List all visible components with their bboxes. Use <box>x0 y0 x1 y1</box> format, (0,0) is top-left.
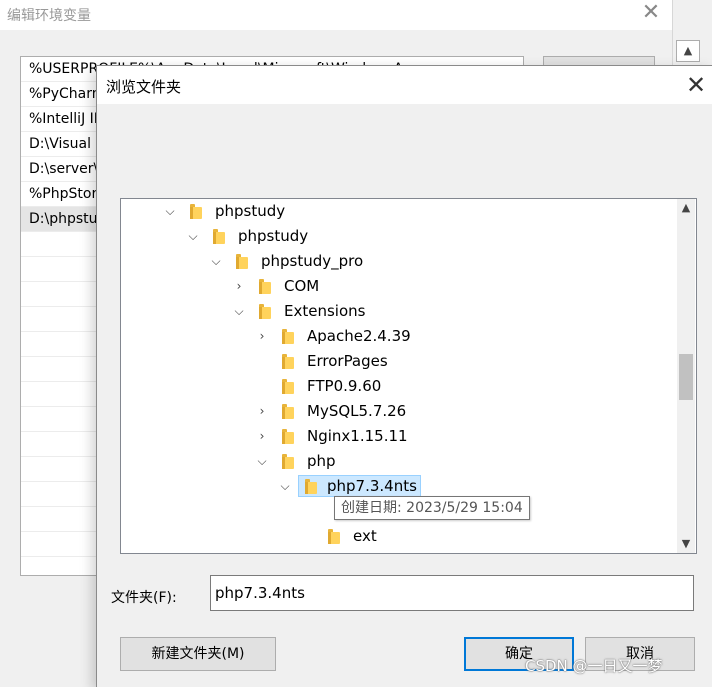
chevron-right-icon[interactable]: › <box>255 426 269 446</box>
tree-item[interactable]: FTP0.9.60 <box>121 374 676 399</box>
chevron-right-icon[interactable]: › <box>255 401 269 421</box>
folder-icon <box>259 304 273 319</box>
folder-icon <box>305 479 319 494</box>
tree-item[interactable]: ⌵ phpstudy_pro <box>121 249 676 274</box>
tree-scrollbar[interactable]: ▲ ▼ <box>677 199 695 553</box>
tree-item[interactable]: ext <box>121 524 676 549</box>
chevron-down-icon[interactable]: ⌵ <box>278 476 292 496</box>
browse-titlebar: 浏览文件夹 ✕ <box>97 66 712 104</box>
folder-icon <box>282 404 296 419</box>
tree-item-label: phpstudy_pro <box>261 252 364 270</box>
folder-icon <box>236 254 250 269</box>
tree-item[interactable]: › COM <box>121 274 676 299</box>
tree-item[interactable]: › MySQL5.7.26 <box>121 399 676 424</box>
folder-icon <box>282 354 296 369</box>
tree-item[interactable]: ⌵ phpstudy <box>121 224 676 249</box>
tree-item-label: MySQL5.7.26 <box>307 402 407 420</box>
scroll-up-icon[interactable]: ▲ <box>677 199 695 217</box>
chevron-down-icon[interactable]: ⌵ <box>232 301 246 321</box>
folder-icon <box>190 204 204 219</box>
scroll-down-icon[interactable]: ▼ <box>677 535 695 553</box>
browse-close-icon[interactable]: ✕ <box>683 72 709 98</box>
new-folder-button[interactable]: 新建文件夹(M) <box>120 637 276 671</box>
chevron-down-icon[interactable]: ⌵ <box>255 451 269 471</box>
scroll-thumb[interactable] <box>679 354 693 400</box>
tree-item[interactable]: ⌵ php <box>121 449 676 474</box>
edit-env-titlebar: 编辑环境变量 ✕ <box>0 0 672 30</box>
created-date-tooltip: 创建日期: 2023/5/29 15:04 <box>334 496 530 520</box>
browse-title: 浏览文件夹 <box>106 78 182 96</box>
tree-item-label: ext <box>353 527 377 545</box>
tree-item-label: Apache2.4.39 <box>307 327 411 345</box>
tree-item[interactable]: › Nginx1.15.11 <box>121 424 676 449</box>
chevron-right-icon[interactable]: › <box>232 276 246 296</box>
tree-item-label: phpstudy <box>238 227 309 245</box>
folder-icon <box>282 454 296 469</box>
chevron-down-icon[interactable]: ⌵ <box>209 251 223 271</box>
tree-item-label: phpstudy <box>215 202 286 220</box>
edit-env-close-icon[interactable]: ✕ <box>638 2 664 24</box>
tree-item[interactable]: ⌵ phpstudy <box>121 199 676 224</box>
background-scroll-up-icon[interactable]: ▲ <box>676 40 700 62</box>
tree-item[interactable]: › Apache2.4.39 <box>121 324 676 349</box>
tree-item[interactable]: ErrorPages <box>121 349 676 374</box>
folder-icon <box>282 379 296 394</box>
chevron-right-icon[interactable]: › <box>255 326 269 346</box>
folder-icon <box>328 529 342 544</box>
folder-label: 文件夹(F): <box>111 590 177 606</box>
chevron-down-icon[interactable]: ⌵ <box>186 226 200 246</box>
chevron-down-icon[interactable]: ⌵ <box>163 201 177 221</box>
tree-item-label: FTP0.9.60 <box>307 377 382 395</box>
folder-input[interactable] <box>210 575 694 611</box>
folder-icon <box>282 329 296 344</box>
edit-env-title: 编辑环境变量 <box>7 8 91 24</box>
folder-icon <box>259 279 273 294</box>
tree-item-label: ErrorPages <box>307 352 388 370</box>
folder-icon <box>282 429 296 444</box>
folder-icon <box>213 229 227 244</box>
tree-item-label: Extensions <box>284 302 366 320</box>
browse-folder-dialog: 浏览文件夹 ✕ ⌵ phpstudy ⌵ phpstudy ⌵ phpstudy_pro ›… <box>96 65 712 687</box>
tree-item-label: Nginx1.15.11 <box>307 427 408 445</box>
tree-item-label: php <box>307 452 336 470</box>
csdn-watermark: CSDN @一日又一梦 <box>525 657 663 675</box>
tree-item[interactable]: ⌵ Extensions <box>121 299 676 324</box>
tree-item-label: COM <box>284 277 320 295</box>
